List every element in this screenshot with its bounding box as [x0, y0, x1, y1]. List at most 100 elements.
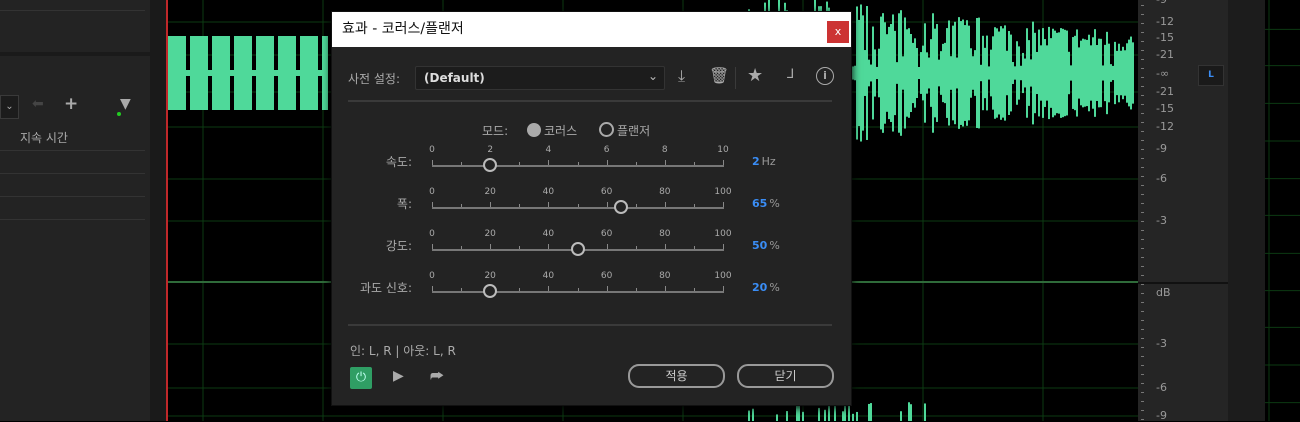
slider-value-number[interactable]: 20	[752, 281, 767, 294]
slider-row: 강도:02040608010050%	[332, 237, 851, 261]
preset-select[interactable]: (Default) ⌄	[415, 66, 665, 90]
waveform-bar	[1090, 45, 1092, 100]
slider-value[interactable]: 50%	[752, 239, 780, 252]
ruler-tick	[1141, 167, 1144, 168]
panel-separator[interactable]	[150, 0, 166, 421]
waveform-bar	[1056, 33, 1058, 113]
waveform-bar	[1034, 33, 1036, 113]
slider-value[interactable]: 2Hz	[752, 155, 776, 168]
star-icon[interactable]: ★	[747, 65, 763, 86]
filter-icon[interactable]: ▼	[120, 96, 131, 112]
waveform-bar	[924, 23, 926, 122]
db-tick-label: -15	[1156, 31, 1174, 44]
slider-value-number[interactable]: 50	[752, 239, 767, 252]
waveform-bar	[222, 36, 224, 110]
ruler-tick	[1141, 212, 1144, 213]
slider-track[interactable]: 020406080100	[432, 291, 724, 293]
waveform-bar	[942, 44, 944, 102]
mode-radio-chorus[interactable]	[527, 123, 541, 137]
waveform-bar	[1132, 42, 1134, 103]
waveform-bar	[236, 36, 238, 110]
close-icon[interactable]: x	[827, 21, 849, 43]
waveform-bar	[206, 36, 208, 110]
list-item[interactable]	[0, 174, 145, 197]
waveform-bar	[1120, 51, 1122, 96]
dialog-titlebar[interactable]: 효과 - 코러스/플랜저 x	[332, 12, 851, 47]
waveform-bar	[1018, 46, 1020, 99]
waveform-bar	[1114, 42, 1116, 104]
waveform-bar	[906, 29, 908, 116]
waveform-bar	[290, 36, 292, 110]
slider-tick-label: 60	[601, 229, 612, 239]
list-item[interactable]	[0, 197, 145, 220]
channel-badge-L[interactable]: L	[1198, 65, 1224, 86]
slider-thumb[interactable]	[483, 158, 497, 172]
slider-tick-label: 20	[484, 271, 495, 281]
waveform-bar	[926, 52, 928, 93]
slider-value-number[interactable]: 2	[752, 155, 760, 168]
scroll-strip[interactable]	[1228, 0, 1265, 421]
waveform-bar	[1022, 53, 1024, 93]
info-icon[interactable]: i	[816, 67, 834, 85]
waveform-bar	[898, 13, 900, 132]
slider-row: 속도:02468102Hz	[332, 153, 851, 177]
loop-export-icon[interactable]: ⮫	[430, 367, 444, 385]
mode-radio-flanger[interactable]	[599, 122, 614, 137]
list-item[interactable]	[0, 151, 145, 174]
ruler-tick	[1141, 41, 1144, 42]
waveform-bar	[976, 18, 978, 128]
slider-label: 폭:	[332, 195, 412, 212]
trash-icon[interactable]: 🗑︎	[709, 66, 729, 85]
slider-value[interactable]: 20%	[752, 281, 780, 294]
waveform-bar	[886, 34, 888, 112]
waveform-bar	[980, 65, 982, 81]
routing-icon[interactable]: ⅃	[787, 67, 794, 82]
waveform-bar	[1106, 32, 1108, 114]
slider-track[interactable]: 020406080100	[432, 249, 724, 251]
slider-tick	[578, 204, 579, 207]
slider-tick	[665, 244, 666, 249]
slider-tick-label: 0	[429, 229, 435, 239]
ruler-tick	[1141, 401, 1144, 402]
waveform-bar	[246, 36, 248, 110]
slider-thumb[interactable]	[571, 242, 585, 256]
slider-value-number[interactable]: 65	[752, 197, 767, 210]
waveform-bar	[280, 36, 282, 110]
ruler-tick	[1141, 302, 1144, 303]
ruler-tick	[1141, 176, 1144, 177]
mode-flanger-label[interactable]: 플랜저	[617, 122, 650, 139]
close-button[interactable]: 닫기	[737, 364, 834, 388]
slider-value[interactable]: 65%	[752, 197, 780, 210]
waveform-bar	[1068, 52, 1070, 94]
slider-track[interactable]: 020406080100	[432, 207, 724, 209]
db-tick-label: -6	[1156, 172, 1167, 185]
waveform-bar	[1028, 40, 1030, 106]
apply-button[interactable]: 적용	[628, 364, 725, 388]
waveform-bar	[1098, 39, 1100, 108]
play-icon[interactable]: ▶	[393, 368, 404, 384]
slider-tick	[636, 246, 637, 249]
power-toggle-icon[interactable]: ⏻	[350, 367, 372, 389]
slider-thumb[interactable]	[614, 200, 628, 214]
ruler-tick	[1141, 194, 1144, 195]
slider-tick-label: 40	[543, 271, 554, 281]
db-tick-label: -12	[1156, 120, 1174, 133]
waveform-bar	[1078, 47, 1080, 98]
slider-tick-label: 0	[429, 187, 435, 197]
waveform-bar	[968, 26, 970, 121]
slider-tick	[490, 202, 491, 207]
waveform-bar	[1016, 41, 1018, 105]
waveform-bar	[248, 36, 250, 110]
mode-chorus-label[interactable]: 코러스	[544, 122, 577, 139]
slider-thumb[interactable]	[483, 284, 497, 298]
add-icon[interactable]: +	[64, 94, 78, 114]
download-preset-icon[interactable]: ⤓	[678, 66, 685, 86]
back-arrow-icon[interactable]: ⬅	[32, 96, 44, 112]
column-header-duration[interactable]: 지속 시간	[20, 129, 68, 146]
slider-track[interactable]: 0246810	[432, 165, 724, 167]
waveform-bar	[186, 70, 188, 76]
waveform-bar	[868, 404, 870, 421]
ruler-tick	[1141, 248, 1144, 249]
ruler-tick	[1141, 122, 1144, 123]
dropdown-chevron-icon[interactable]: ⌄	[0, 95, 19, 119]
